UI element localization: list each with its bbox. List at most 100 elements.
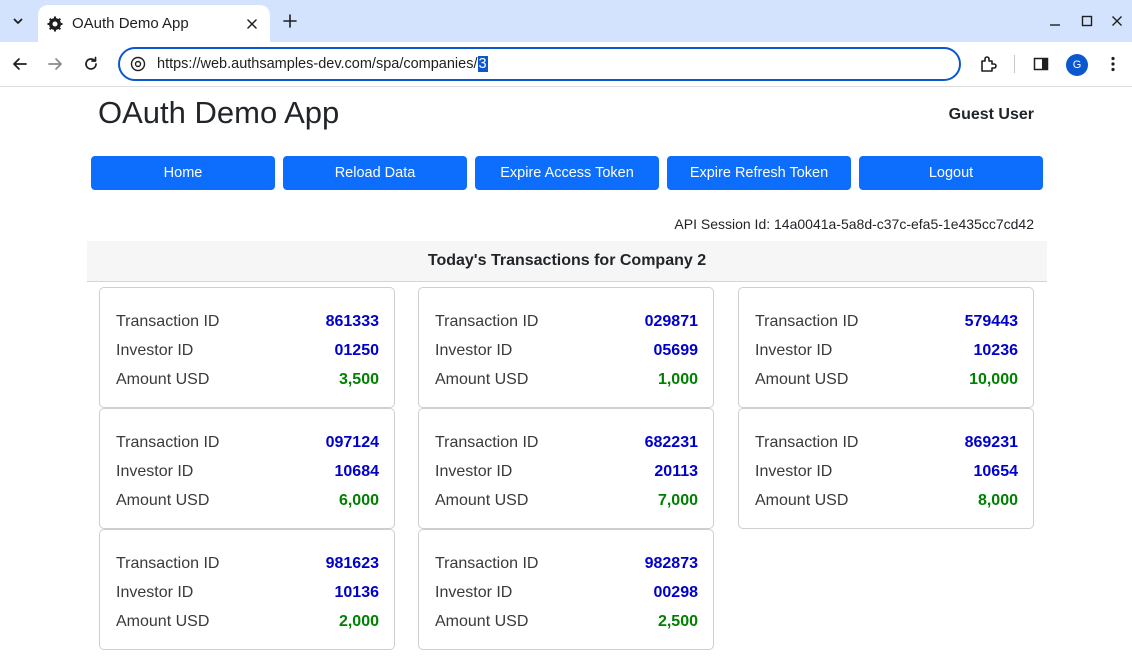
amount-usd-label: Amount USD — [435, 612, 529, 630]
transaction-id-label: Transaction ID — [116, 433, 220, 451]
toolbar-divider — [1014, 55, 1015, 73]
investor-id-label: Investor ID — [435, 583, 513, 601]
address-bar[interactable]: https://web.authsamples-dev.com/spa/comp… — [118, 47, 961, 81]
amount-usd-label: Amount USD — [116, 370, 210, 388]
investor-id-row: Investor ID 20113 — [435, 457, 698, 486]
amount-usd-label: Amount USD — [435, 491, 529, 509]
transaction-card: Transaction ID 097124 Investor ID 10684 Amou… — [99, 408, 395, 529]
reload-icon[interactable] — [80, 53, 102, 75]
site-info-icon[interactable] — [128, 54, 148, 74]
new-tab-plus-icon[interactable] — [280, 11, 300, 31]
investor-id-row: Investor ID 00298 — [435, 578, 698, 607]
maximize-window-icon[interactable] — [1078, 12, 1096, 30]
transaction-id-row: Transaction ID 029871 — [435, 307, 698, 336]
user-name: Guest User — [948, 106, 1034, 123]
amount-usd-row: Amount USD 3,500 — [116, 365, 379, 394]
transaction-card: Transaction ID 682231 Investor ID 20113 Amou… — [418, 408, 714, 529]
amount-usd-row: Amount USD 1,000 — [435, 365, 698, 394]
expire-access-token-button[interactable]: Expire Access Token — [475, 156, 659, 190]
transaction-id-row: Transaction ID 869231 — [755, 428, 1018, 457]
browser-tab-active[interactable]: OAuth Demo App — [38, 5, 270, 42]
browser-tabstrip: OAuth Demo App — [0, 0, 1132, 42]
investor-id-value: 01250 — [334, 341, 380, 359]
url-selected-segment: 3 — [477, 56, 488, 72]
profile-avatar[interactable]: G — [1066, 54, 1088, 76]
amount-usd-row: Amount USD 10,000 — [755, 365, 1018, 394]
investor-id-label: Investor ID — [116, 341, 194, 359]
transactions-title: Today's Transactions for Company 2 — [87, 241, 1047, 282]
amount-usd-row: Amount USD 6,000 — [116, 486, 379, 515]
amount-usd-value: 1,000 — [657, 370, 698, 388]
transaction-id-value: 982873 — [644, 554, 698, 572]
transaction-id-value: 682231 — [644, 433, 698, 451]
amount-usd-value: 7,000 — [657, 491, 698, 509]
transaction-id-row: Transaction ID 097124 — [116, 428, 379, 457]
investor-id-label: Investor ID — [435, 341, 513, 359]
amount-usd-value: 2,000 — [338, 612, 379, 630]
amount-usd-row: Amount USD 8,000 — [755, 486, 1018, 515]
transaction-id-label: Transaction ID — [755, 433, 859, 451]
extensions-puzzle-icon[interactable] — [977, 53, 999, 75]
transaction-id-value: 097124 — [325, 433, 379, 451]
app-title: OAuth Demo App — [98, 95, 340, 130]
transaction-card: Transaction ID 029871 Investor ID 05699 Amou… — [418, 287, 714, 408]
more-menu-icon[interactable] — [1102, 53, 1124, 75]
close-tab-icon[interactable] — [242, 14, 262, 34]
investor-id-label: Investor ID — [755, 462, 833, 480]
transaction-card: Transaction ID 982873 Investor ID 00298 Amou… — [418, 529, 714, 650]
amount-usd-value: 8,000 — [977, 491, 1018, 509]
amount-usd-row: Amount USD 2,500 — [435, 607, 698, 636]
investor-id-row: Investor ID 01250 — [116, 336, 379, 365]
browser-toolbar: https://web.authsamples-dev.com/spa/comp… — [0, 42, 1132, 87]
investor-id-value: 00298 — [653, 583, 699, 601]
gear-favicon-icon — [47, 16, 63, 32]
amount-usd-value: 2,500 — [657, 612, 698, 630]
transaction-id-value: 029871 — [644, 312, 698, 330]
amount-usd-label: Amount USD — [116, 612, 210, 630]
home-button[interactable]: Home — [91, 156, 275, 190]
api-session-id: API Session Id: 14a0041a-5a8d-c37c-efa5-… — [674, 216, 1034, 232]
investor-id-row: Investor ID 10236 — [755, 336, 1018, 365]
chevron-down-icon — [12, 15, 24, 27]
investor-id-value: 10136 — [334, 583, 380, 601]
url-text: https://web.authsamples-dev.com/spa/comp… — [157, 56, 488, 72]
back-arrow-icon[interactable] — [9, 53, 31, 75]
amount-usd-row: Amount USD 2,000 — [116, 607, 379, 636]
investor-id-value: 10684 — [334, 462, 380, 480]
investor-id-value: 20113 — [654, 462, 698, 480]
transaction-card: Transaction ID 981623 Investor ID 10136 Amou… — [99, 529, 395, 650]
forward-arrow-icon[interactable] — [44, 53, 66, 75]
reload-data-button[interactable]: Reload Data — [283, 156, 467, 190]
amount-usd-label: Amount USD — [755, 491, 849, 509]
investor-id-row: Investor ID 10136 — [116, 578, 379, 607]
amount-usd-label: Amount USD — [755, 370, 849, 388]
tab-search-button[interactable] — [6, 9, 30, 33]
transaction-id-value: 861333 — [325, 312, 379, 330]
transaction-id-row: Transaction ID 682231 — [435, 428, 698, 457]
investor-id-label: Investor ID — [116, 583, 194, 601]
amount-usd-label: Amount USD — [435, 370, 529, 388]
side-panel-icon[interactable] — [1030, 53, 1052, 75]
investor-id-row: Investor ID 10654 — [755, 457, 1018, 486]
transaction-id-label: Transaction ID — [435, 554, 539, 572]
investor-id-value: 10236 — [973, 341, 1019, 359]
transaction-id-value: 579443 — [964, 312, 1018, 330]
transaction-card: Transaction ID 861333 Investor ID 01250 Amou… — [99, 287, 395, 408]
transaction-id-label: Transaction ID — [435, 312, 539, 330]
transaction-card: Transaction ID 579443 Investor ID 10236 Amou… — [738, 287, 1034, 408]
amount-usd-row: Amount USD 7,000 — [435, 486, 698, 515]
investor-id-row: Investor ID 10684 — [116, 457, 379, 486]
transaction-id-row: Transaction ID 861333 — [116, 307, 379, 336]
investor-id-label: Investor ID — [435, 462, 513, 480]
expire-refresh-token-button[interactable]: Expire Refresh Token — [667, 156, 851, 190]
close-window-icon[interactable] — [1108, 12, 1126, 30]
investor-id-value: 10654 — [973, 462, 1019, 480]
minimize-window-icon[interactable] — [1046, 12, 1064, 30]
transaction-id-label: Transaction ID — [116, 312, 220, 330]
transaction-id-row: Transaction ID 982873 — [435, 549, 698, 578]
investor-id-label: Investor ID — [755, 341, 833, 359]
investor-id-label: Investor ID — [116, 462, 194, 480]
transaction-card: Transaction ID 869231 Investor ID 10654 Amou… — [738, 408, 1034, 529]
transaction-id-label: Transaction ID — [755, 312, 859, 330]
logout-button[interactable]: Logout — [859, 156, 1043, 190]
